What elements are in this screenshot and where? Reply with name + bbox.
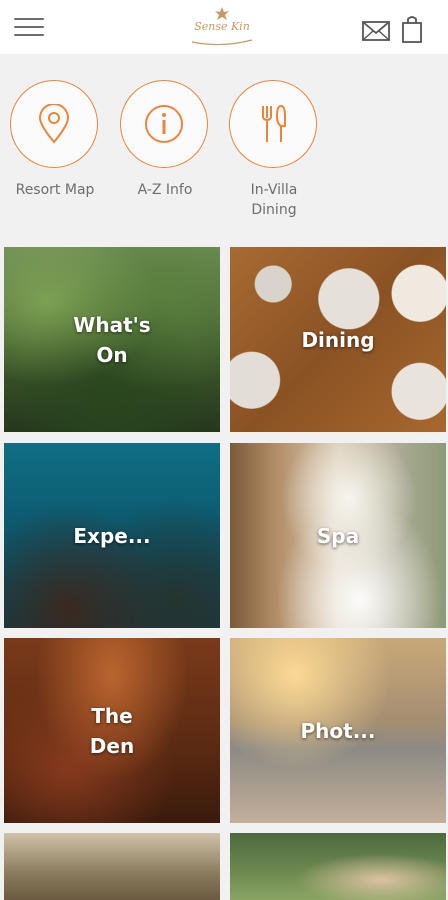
tile-whats-on[interactable]: What's On [4,247,220,432]
menu-icon[interactable] [14,14,46,40]
shopping-bag-icon[interactable] [400,14,424,44]
map-pin-icon [38,104,70,144]
tile-label-line: The [91,703,133,728]
quick-link-label-line: A-Z Info [137,182,193,198]
tile-label: Phot... [230,716,446,746]
tile-the-den[interactable]: The Den [4,638,220,823]
tile-label-line: Phot... [300,718,376,743]
tile-partial-left[interactable] [4,833,220,900]
quick-link-in-villa-dining[interactable]: In-Villa Dining [229,80,319,220]
quick-link-circle [229,80,317,168]
tile-partial-right[interactable] [230,833,446,900]
brand-logo[interactable]: Sense Kin [182,4,262,48]
tile-label-line: Dining [301,327,375,352]
quick-link-a-z-info[interactable]: A-Z Info [120,80,210,200]
quick-link-label-line: Dining [251,202,297,218]
tile-label-line: Den [89,733,135,758]
quick-link-label: Resort Map [10,180,100,200]
quick-link-circle [10,80,98,168]
tile-spa[interactable]: Spa [230,443,446,628]
quick-link-resort-map[interactable]: Resort Map [10,80,100,200]
tile-label: What's On [4,310,220,370]
tile-label-line: Spa [316,523,360,548]
quick-link-label-line: In-Villa [250,182,298,198]
logo-text: Sense Kin [194,20,250,33]
tile-label: Spa [230,521,446,551]
info-icon [145,105,183,143]
tile-label-line: On [96,342,128,367]
quick-link-circle [120,80,208,168]
tile-label: Expe... [4,521,220,551]
tile-dining[interactable]: Dining [230,247,446,432]
quick-link-label-line: Resort Map [15,182,95,198]
tile-label-line: What's [73,312,151,337]
quick-link-label: In-Villa Dining [229,180,319,220]
app-header: Sense Kin [0,0,448,54]
tile-label-line: Expe... [73,523,151,548]
tile-experiences[interactable]: Expe... [4,443,220,628]
tile-label: Dining [230,325,446,355]
fork-knife-icon [262,104,286,142]
quick-link-label: A-Z Info [120,180,210,200]
tile-photography[interactable]: Phot... [230,638,446,823]
mail-icon[interactable] [362,20,390,42]
tile-label: The Den [4,701,220,761]
